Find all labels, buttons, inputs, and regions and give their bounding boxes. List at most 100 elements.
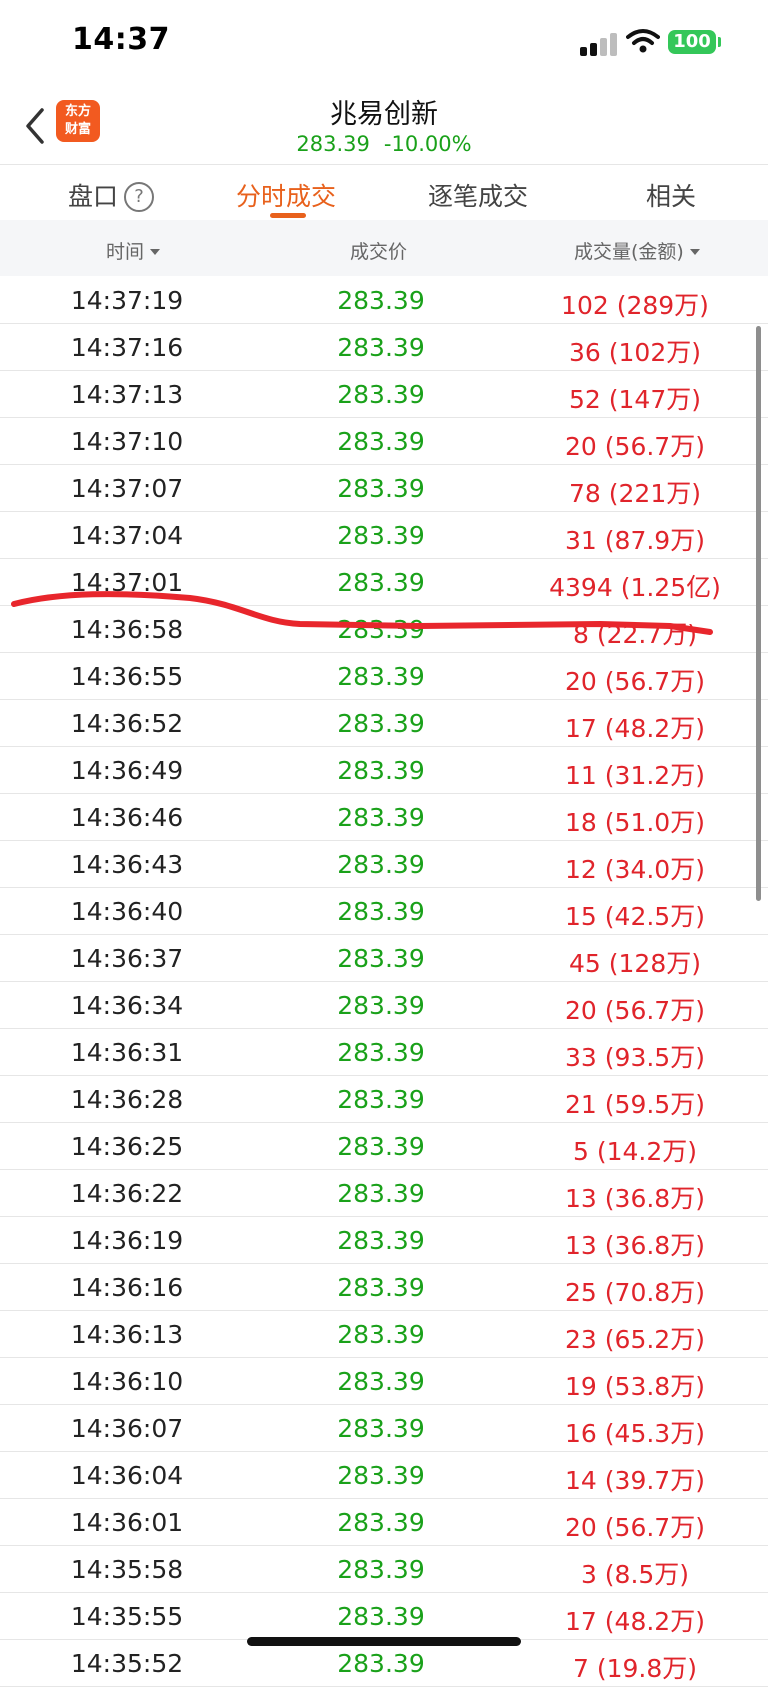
table-row[interactable]: 14:36:07 283.39 16 (45.3万): [0, 1405, 768, 1452]
cell-price: 283.39: [337, 1367, 425, 1396]
table-row[interactable]: 14:36:49 283.39 11 (31.2万): [0, 747, 768, 794]
tab-label: 盘口: [68, 182, 119, 211]
cell-time: 14:36:34: [70, 991, 184, 1020]
table-row[interactable]: 14:36:25 283.39 5 (14.2万): [0, 1123, 768, 1170]
header-time-label: 时间: [106, 241, 145, 263]
cell-volume: 78 (221万): [569, 479, 701, 508]
cell-volume: 25 (70.8万): [565, 1278, 705, 1307]
cell-time: 14:36:10: [70, 1367, 184, 1396]
cell-volume: 17 (48.2万): [565, 1607, 705, 1636]
cell-time: 14:35:58: [70, 1555, 184, 1584]
cell-price: 283.39: [337, 897, 425, 926]
table-header: 时间 成交价 成交量(金额): [0, 220, 768, 276]
table-row[interactable]: 14:36:10 283.39 19 (53.8万): [0, 1358, 768, 1405]
table-row[interactable]: 14:37:19 283.39 102 (289万): [0, 277, 768, 324]
cell-price: 283.39: [337, 521, 425, 550]
cell-price: 283.39: [337, 286, 425, 315]
cell-price: 283.39: [337, 615, 425, 644]
cell-price: 283.39: [337, 1414, 425, 1443]
table-row[interactable]: 14:36:37 283.39 45 (128万): [0, 935, 768, 982]
table-row[interactable]: 14:37:16 283.39 36 (102万): [0, 324, 768, 371]
cell-time: 14:37:13: [70, 380, 184, 409]
cell-time: 14:35:52: [70, 1649, 184, 1678]
table-row[interactable]: 14:36:01 283.39 20 (56.7万): [0, 1499, 768, 1546]
tab-pankou[interactable]: 盘口?: [68, 177, 155, 213]
cell-volume: 52 (147万): [569, 385, 701, 414]
cell-time: 14:37:10: [70, 427, 184, 456]
table-row[interactable]: 14:37:04 283.39 31 (87.9万): [0, 512, 768, 559]
cell-price: 283.39: [337, 1038, 425, 1067]
cell-price: 283.39: [337, 709, 425, 738]
table-row[interactable]: 14:36:43 283.39 12 (34.0万): [0, 841, 768, 888]
table-row[interactable]: 14:36:28 283.39 21 (59.5万): [0, 1076, 768, 1123]
header-time[interactable]: 时间: [106, 237, 161, 264]
cell-volume: 7 (19.8万): [572, 1654, 698, 1683]
cell-volume: 33 (93.5万): [565, 1043, 705, 1072]
tab-related[interactable]: 相关: [646, 177, 696, 213]
table-row[interactable]: 14:36:40 283.39 15 (42.5万): [0, 888, 768, 935]
cell-price: 283.39: [337, 944, 425, 973]
cell-time: 14:36:13: [70, 1320, 184, 1349]
cell-time: 14:36:46: [70, 803, 184, 832]
help-icon[interactable]: ?: [124, 182, 155, 212]
table-row[interactable]: 14:36:13 283.39 23 (65.2万): [0, 1311, 768, 1358]
cell-volume: 15 (42.5万): [565, 902, 705, 931]
active-tab-indicator: [270, 213, 306, 218]
table-row[interactable]: 14:36:52 283.39 17 (48.2万): [0, 700, 768, 747]
cell-volume: 18 (51.0万): [565, 808, 705, 837]
cell-price: 283.39: [337, 1508, 425, 1537]
cell-time: 14:37:04: [70, 521, 184, 550]
table-row[interactable]: 14:37:01 283.39 4394 (1.25亿): [0, 559, 768, 606]
table-row[interactable]: 14:36:31 283.39 33 (93.5万): [0, 1029, 768, 1076]
status-bar: 14:37 100: [0, 0, 768, 88]
cell-price: 283.39: [337, 1320, 425, 1349]
table-row[interactable]: 14:35:58 283.39 3 (8.5万): [0, 1546, 768, 1593]
cell-volume: 31 (87.9万): [565, 526, 705, 555]
tab-tick-trades[interactable]: 逐笔成交: [428, 177, 528, 213]
stock-name: 兆易创新: [330, 99, 438, 130]
table-row[interactable]: 14:36:34 283.39 20 (56.7万): [0, 982, 768, 1029]
battery-tip: [718, 37, 721, 47]
cell-price: 283.39: [337, 568, 425, 597]
tab-minute-trades[interactable]: 分时成交: [236, 177, 336, 213]
table-row[interactable]: 14:36:04 283.39 14 (39.7万): [0, 1452, 768, 1499]
scrollbar[interactable]: [756, 326, 761, 901]
cell-time: 14:36:40: [70, 897, 184, 926]
stock-change: -10.00%: [383, 132, 472, 156]
table-row[interactable]: 14:36:58 283.39 8 (22.7万): [0, 606, 768, 653]
cell-time: 14:35:55: [70, 1602, 184, 1631]
header-volume[interactable]: 成交量(金额): [574, 237, 700, 264]
table-row[interactable]: 14:37:13 283.39 52 (147万): [0, 371, 768, 418]
sort-caret-icon: [689, 249, 700, 255]
table-row[interactable]: 14:36:19 283.39 13 (36.8万): [0, 1217, 768, 1264]
cell-price: 283.39: [337, 1273, 425, 1302]
nav-header: 东方 财富 兆易创新 283.39 -10.00%: [0, 88, 768, 164]
table-row[interactable]: 14:35:55 283.39 17 (48.2万): [0, 1593, 768, 1640]
cell-volume: 11 (31.2万): [565, 761, 705, 790]
table-row[interactable]: 14:37:10 283.39 20 (56.7万): [0, 418, 768, 465]
cell-volume: 13 (36.8万): [565, 1231, 705, 1260]
status-time: 14:37: [72, 22, 170, 57]
table-row[interactable]: 14:36:22 283.39 13 (36.8万): [0, 1170, 768, 1217]
cell-time: 14:36:31: [70, 1038, 184, 1067]
cell-time: 14:36:43: [70, 850, 184, 879]
cell-volume: 5 (14.2万): [572, 1137, 698, 1166]
table-row[interactable]: 14:36:46 283.39 18 (51.0万): [0, 794, 768, 841]
stock-price: 283.39: [296, 132, 370, 156]
cell-price: 283.39: [337, 333, 425, 362]
table-row[interactable]: 14:36:16 283.39 25 (70.8万): [0, 1264, 768, 1311]
battery-icon: 100: [668, 30, 716, 54]
cell-time: 14:36:16: [70, 1273, 184, 1302]
cell-volume: 8 (22.7万): [572, 620, 698, 649]
cell-volume: 19 (53.8万): [565, 1372, 705, 1401]
cell-time: 14:36:07: [70, 1414, 184, 1443]
table-row[interactable]: 14:35:52 283.39 7 (19.8万): [0, 1640, 768, 1687]
cell-volume: 20 (56.7万): [565, 432, 705, 461]
cell-time: 14:36:28: [70, 1085, 184, 1114]
trade-list[interactable]: 14:37:19 283.39 102 (289万) 14:37:16 283.39 36…: [0, 277, 768, 1687]
table-row[interactable]: 14:36:55 283.39 20 (56.7万): [0, 653, 768, 700]
cell-time: 14:36:49: [70, 756, 184, 785]
table-row[interactable]: 14:37:07 283.39 78 (221万): [0, 465, 768, 512]
home-indicator: [247, 1637, 521, 1646]
cell-price: 283.39: [337, 803, 425, 832]
